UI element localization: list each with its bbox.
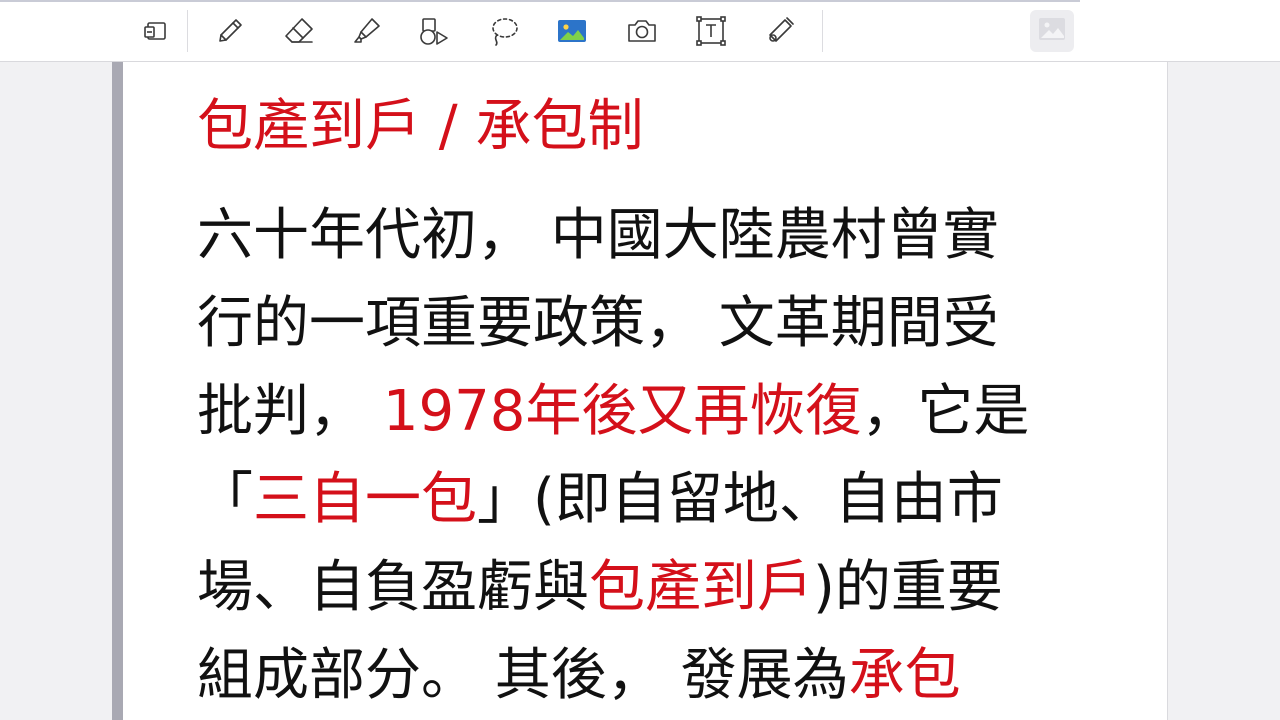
image-placeholder-icon <box>1037 16 1067 46</box>
highlighted-text: 承包 <box>848 643 961 708</box>
highlighted-text: 1978年後又再恢復 <box>382 379 862 444</box>
body-text: 「 <box>197 467 253 532</box>
note-line: 組成部分。 其後， 發展為承包 <box>197 632 1097 720</box>
page-layout-button[interactable] <box>138 13 174 49</box>
toolbar-separator <box>187 10 188 52</box>
note-page[interactable]: 包產到戶 / 承包制 六十年代初， 中國大陸農村曾實 行的一項重要政策， 文革期間… <box>123 62 1168 720</box>
highlighted-text: 包產到戶 <box>589 555 813 620</box>
body-text: ，它是 <box>861 379 1030 444</box>
eraser-tool-button[interactable] <box>281 13 317 49</box>
note-line: 「三自一包」(即自留地、自由市 <box>197 456 1097 544</box>
camera-button[interactable] <box>624 13 660 49</box>
text-box-button[interactable] <box>693 13 729 49</box>
pen-tool-button[interactable] <box>212 13 248 49</box>
toolbar-top-line <box>0 0 1080 2</box>
image-thumbnail-button[interactable] <box>1030 10 1074 52</box>
note-line: 批判， 1978年後又再恢復，它是 <box>197 368 1097 456</box>
toolbar-separator <box>822 10 823 52</box>
body-text: 組成部分。 其後， 發展為 <box>197 643 849 708</box>
toolbar <box>0 0 1280 62</box>
note-app: 包產到戶 / 承包制 六十年代初， 中國大陸農村曾實 行的一項重要政策， 文革期間… <box>0 0 1280 720</box>
page-layout-icon <box>141 16 171 46</box>
body-text: 六十年代初， 中國大陸農村曾實 <box>197 203 999 268</box>
text-box-icon <box>695 15 727 47</box>
image-insert-button[interactable] <box>554 13 590 49</box>
shapes-icon <box>417 15 451 47</box>
note-line: 場、自負盈虧與包產到戶)的重要 <box>197 544 1097 632</box>
note-title: 包產到戶 / 承包制 <box>197 94 644 159</box>
lasso-icon <box>487 14 521 48</box>
shapes-tool-button[interactable] <box>416 13 452 49</box>
image-icon <box>556 17 588 45</box>
camera-icon <box>625 16 659 46</box>
note-body: 六十年代初， 中國大陸農村曾實 行的一項重要政策， 文革期間受 批判， 1978年後… <box>197 192 1097 720</box>
laser-pointer-button[interactable] <box>762 13 798 49</box>
note-line: 行的一項重要政策， 文革期間受 <box>197 280 1097 368</box>
highlighted-text: 三自一包 <box>253 467 477 532</box>
page-edge-shadow <box>112 62 123 720</box>
body-text: 批判， <box>197 379 383 444</box>
lasso-tool-button[interactable] <box>486 13 522 49</box>
body-text: 場、自負盈虧與 <box>197 555 589 620</box>
body-text: )的重要 <box>813 555 1003 620</box>
note-line: 六十年代初， 中國大陸農村曾實 <box>197 192 1097 280</box>
body-text: 」(即自留地、自由市 <box>477 467 1003 532</box>
pen-icon <box>214 15 246 47</box>
highlighter-tool-button[interactable] <box>349 13 385 49</box>
eraser-icon <box>282 15 316 47</box>
highlighter-icon <box>351 15 383 47</box>
body-text: 行的一項重要政策， 文革期間受 <box>197 291 999 356</box>
document-canvas[interactable]: 包產到戶 / 承包制 六十年代初， 中國大陸農村曾實 行的一項重要政策， 文革期間… <box>0 62 1280 720</box>
laser-pointer-icon <box>763 14 797 48</box>
